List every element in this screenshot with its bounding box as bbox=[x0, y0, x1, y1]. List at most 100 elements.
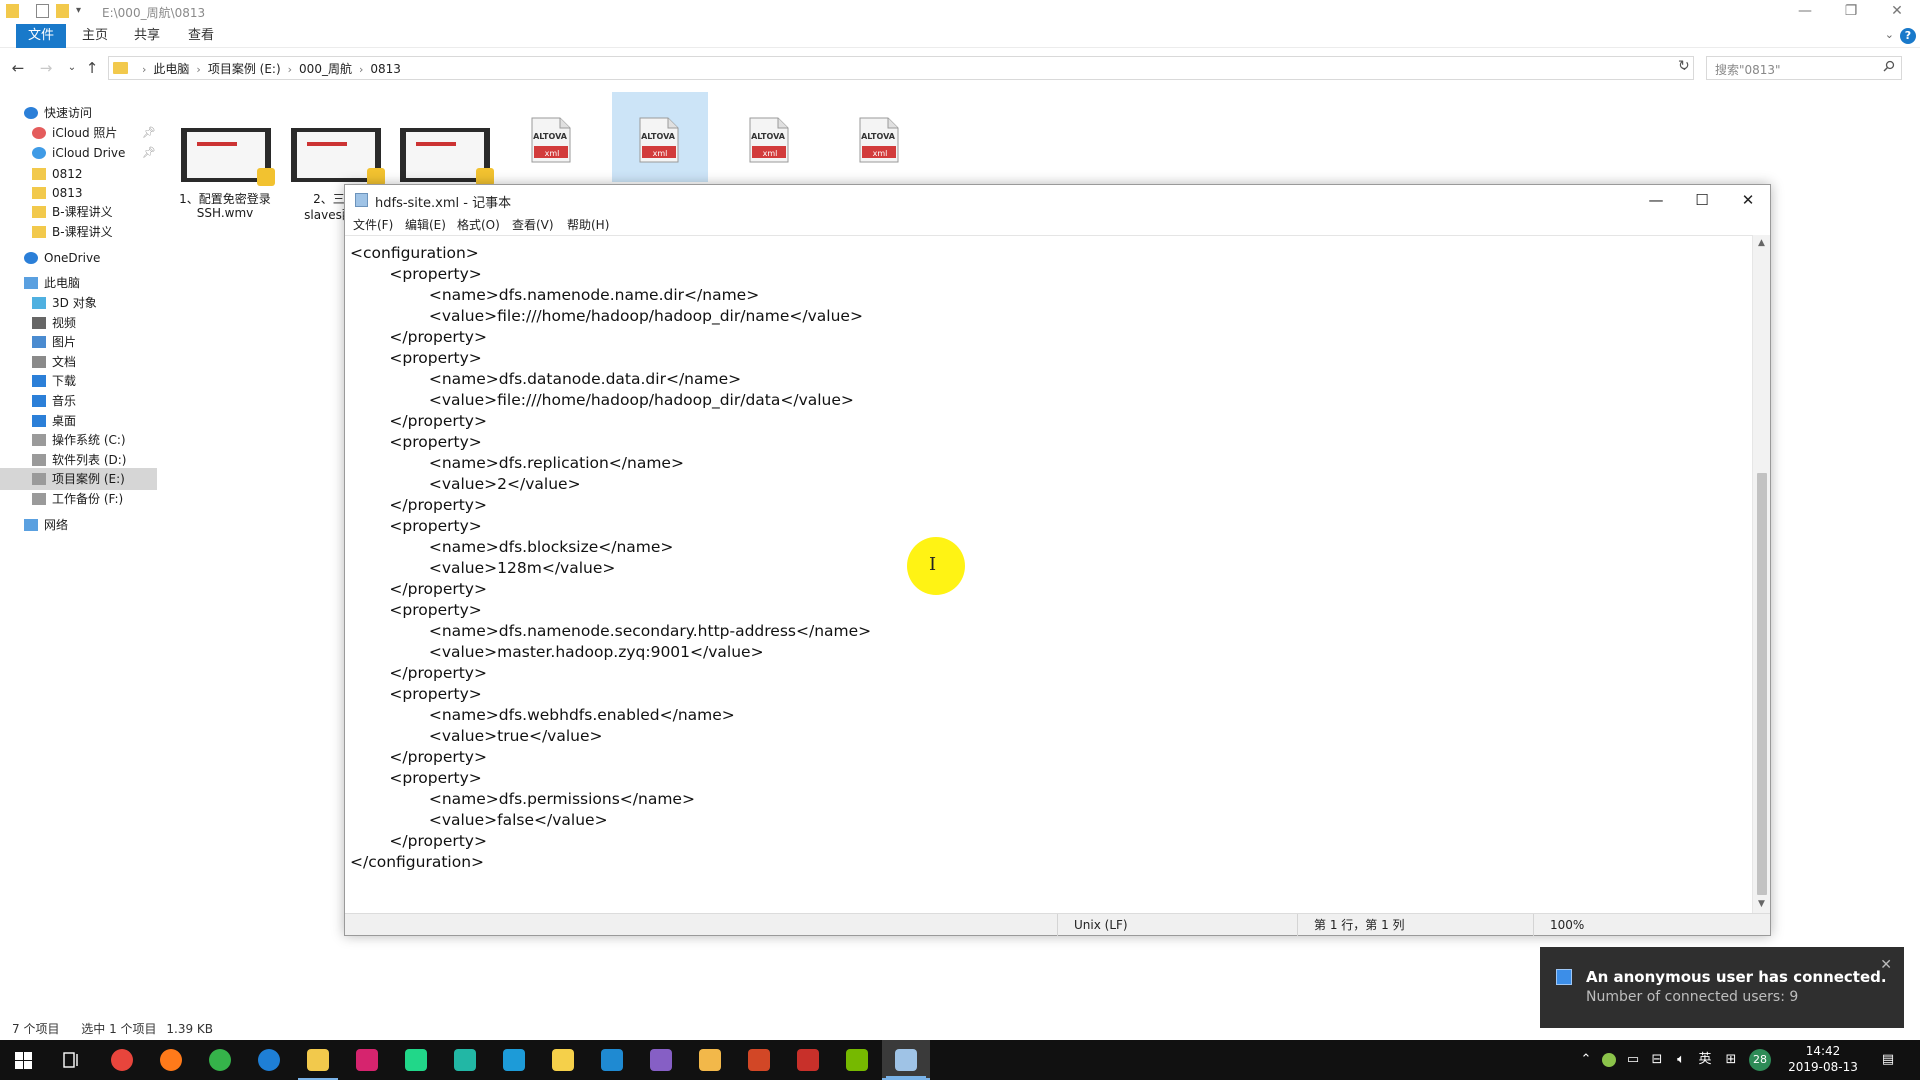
help-icon[interactable]: ? bbox=[1900, 28, 1916, 44]
sidebar-item-label: 项目案例 (E:) bbox=[52, 472, 125, 486]
taskbar-app[interactable] bbox=[98, 1040, 146, 1080]
ime-indicator[interactable]: 英 bbox=[1694, 1040, 1716, 1080]
taskbar-app[interactable] bbox=[784, 1040, 832, 1080]
start-button[interactable] bbox=[0, 1040, 48, 1080]
address-input[interactable]: › 此电脑 › 项目案例 (E:) › 000_周航 › 0813 ⌄ bbox=[108, 56, 1694, 80]
ime-mode-icon[interactable]: ⊞ bbox=[1720, 1040, 1742, 1080]
tab-file[interactable]: 文件 bbox=[16, 24, 67, 48]
menu-file[interactable]: 文件(F) bbox=[353, 216, 393, 233]
sidebar-item[interactable]: 3D 对象 bbox=[0, 292, 157, 314]
taskbar-app[interactable] bbox=[147, 1040, 195, 1080]
taskbar-app[interactable] bbox=[588, 1040, 636, 1080]
new-folder-icon[interactable] bbox=[56, 4, 69, 18]
taskbar-app[interactable] bbox=[882, 1040, 930, 1080]
folder-icon bbox=[32, 226, 46, 238]
clock-date: 2019-08-13 bbox=[1788, 1060, 1858, 1074]
vertical-scrollbar[interactable]: ▲ ▼ bbox=[1752, 235, 1770, 913]
taskbar-app[interactable] bbox=[833, 1040, 881, 1080]
menu-edit[interactable]: 编辑(E) bbox=[405, 216, 446, 233]
taskbar-app[interactable] bbox=[245, 1040, 293, 1080]
show-hidden-icons-icon[interactable]: ⌃ bbox=[1576, 1040, 1596, 1080]
sidebar-item[interactable]: OneDrive bbox=[0, 247, 157, 269]
recent-locations-icon[interactable]: ⌄ bbox=[62, 57, 82, 79]
desktop-icon bbox=[32, 415, 46, 427]
taskbar-app[interactable] bbox=[196, 1040, 244, 1080]
taskbar-app[interactable] bbox=[735, 1040, 783, 1080]
close-icon[interactable]: ✕ bbox=[1880, 957, 1892, 973]
notepad-statusbar: Unix (LF) 第 1 行，第 1 列 100% bbox=[345, 913, 1770, 936]
sidebar-item[interactable]: 此电脑 bbox=[0, 272, 157, 294]
sidebar-item[interactable]: 工作备份 (F:) bbox=[0, 488, 157, 510]
sidebar-item[interactable]: 下载 bbox=[0, 370, 157, 392]
volume-icon[interactable]: 🔈︎ bbox=[1670, 1040, 1692, 1080]
tray-badge-icon[interactable]: 28 bbox=[1746, 1040, 1774, 1080]
battery-icon[interactable]: ▭ bbox=[1622, 1040, 1644, 1080]
menu-format[interactable]: 格式(O) bbox=[457, 216, 500, 233]
taskbar-app[interactable] bbox=[490, 1040, 538, 1080]
xml-brand-label: ALTOVA bbox=[641, 132, 675, 141]
search-input[interactable]: 搜索"0813" bbox=[1706, 56, 1902, 80]
sidebar-item[interactable]: 图片 bbox=[0, 331, 157, 353]
video-file[interactable]: 1、配置免密登录 SSH.wmv bbox=[175, 92, 275, 220]
quick-access-dropdown-icon[interactable]: ▾ bbox=[76, 5, 81, 16]
sidebar-item-label: B-课程讲义 bbox=[52, 225, 113, 239]
sidebar-item[interactable]: 操作系统 (C:) bbox=[0, 429, 157, 451]
tab-home[interactable]: 主页 bbox=[70, 24, 120, 48]
expand-ribbon-icon[interactable]: ⌄ bbox=[1885, 28, 1894, 41]
breadcrumb-item[interactable]: 000_周航 bbox=[299, 62, 352, 76]
scroll-up-icon[interactable]: ▲ bbox=[1753, 235, 1770, 252]
notification-toast[interactable]: An anonymous user has connected. Number … bbox=[1540, 947, 1904, 1028]
refresh-icon[interactable]: ↻ bbox=[1678, 58, 1690, 74]
menu-view[interactable]: 查看(V) bbox=[512, 216, 554, 233]
video-file[interactable]: 2、三个 slaves配置 bbox=[285, 92, 385, 222]
sidebar-item[interactable]: 项目案例 (E:) bbox=[0, 468, 157, 490]
task-view-button[interactable] bbox=[48, 1040, 96, 1080]
taskbar-app[interactable] bbox=[539, 1040, 587, 1080]
notepad-titlebar[interactable]: hdfs-site.xml - 记事本 — ☐ ✕ bbox=[345, 185, 1770, 215]
scrollbar-thumb[interactable] bbox=[1757, 473, 1767, 895]
xml-brand-label: ALTOVA bbox=[533, 132, 567, 141]
taskbar-app[interactable] bbox=[294, 1040, 342, 1080]
taskbar-app[interactable] bbox=[343, 1040, 391, 1080]
clock[interactable]: 14:42 2019-08-13 bbox=[1778, 1043, 1868, 1075]
sidebar-item[interactable]: 网络 bbox=[0, 514, 157, 536]
folder-icon bbox=[32, 206, 46, 218]
breadcrumb-item[interactable]: 项目案例 (E:) bbox=[208, 62, 281, 76]
taskbar-app[interactable] bbox=[392, 1040, 440, 1080]
properties-icon[interactable] bbox=[36, 4, 49, 18]
scroll-down-icon[interactable]: ▼ bbox=[1753, 896, 1770, 913]
network-icon[interactable]: ⊟ bbox=[1646, 1040, 1668, 1080]
forward-button[interactable]: → bbox=[36, 57, 56, 79]
sidebar-item[interactable]: 快速访问 bbox=[0, 102, 157, 124]
xml-file[interactable]: ALTOVA xml bbox=[504, 92, 600, 182]
sidebar-item[interactable]: iCloud Drive 📌︎ bbox=[0, 142, 157, 164]
video-file[interactable] bbox=[394, 92, 494, 186]
xml-file[interactable]: ALTOVA xml bbox=[722, 92, 818, 182]
menu-help[interactable]: 帮助(H) bbox=[567, 216, 609, 233]
action-center-icon[interactable]: ▤ bbox=[1870, 1040, 1906, 1080]
taskbar-app[interactable] bbox=[686, 1040, 734, 1080]
sidebar-item[interactable]: B-课程讲义 bbox=[0, 201, 157, 223]
up-button[interactable]: ↑ bbox=[82, 57, 102, 79]
taskbar-app[interactable] bbox=[637, 1040, 685, 1080]
maximize-button[interactable]: ☐ bbox=[1679, 185, 1725, 215]
breadcrumb-item[interactable]: 0813 bbox=[370, 62, 401, 76]
tab-view[interactable]: 查看 bbox=[176, 24, 226, 48]
close-button[interactable]: ✕ bbox=[1874, 1, 1920, 21]
minimize-button[interactable]: — bbox=[1782, 1, 1828, 21]
xml-file[interactable]: ALTOVA xml bbox=[832, 92, 928, 182]
close-button[interactable]: ✕ bbox=[1725, 185, 1771, 215]
breadcrumb-item[interactable]: 此电脑 bbox=[153, 62, 189, 76]
sidebar-item[interactable]: iCloud 照片 📌︎ bbox=[0, 122, 157, 144]
tab-share[interactable]: 共享 bbox=[122, 24, 172, 48]
sidebar-item[interactable]: 音乐 bbox=[0, 390, 157, 412]
sidebar-item[interactable]: B-课程讲义 bbox=[0, 221, 157, 243]
tray-app-icon[interactable] bbox=[1598, 1040, 1620, 1080]
text-editor[interactable]: <configuration> <property> <name>dfs.nam… bbox=[345, 235, 1753, 913]
minimize-button[interactable]: — bbox=[1633, 185, 1679, 215]
editor-content[interactable]: <configuration> <property> <name>dfs.nam… bbox=[350, 243, 871, 873]
taskbar-app[interactable] bbox=[441, 1040, 489, 1080]
xml-file[interactable]: ALTOVA xml bbox=[612, 92, 708, 182]
restore-button[interactable]: ❐ bbox=[1828, 1, 1874, 21]
back-button[interactable]: ← bbox=[8, 57, 28, 79]
